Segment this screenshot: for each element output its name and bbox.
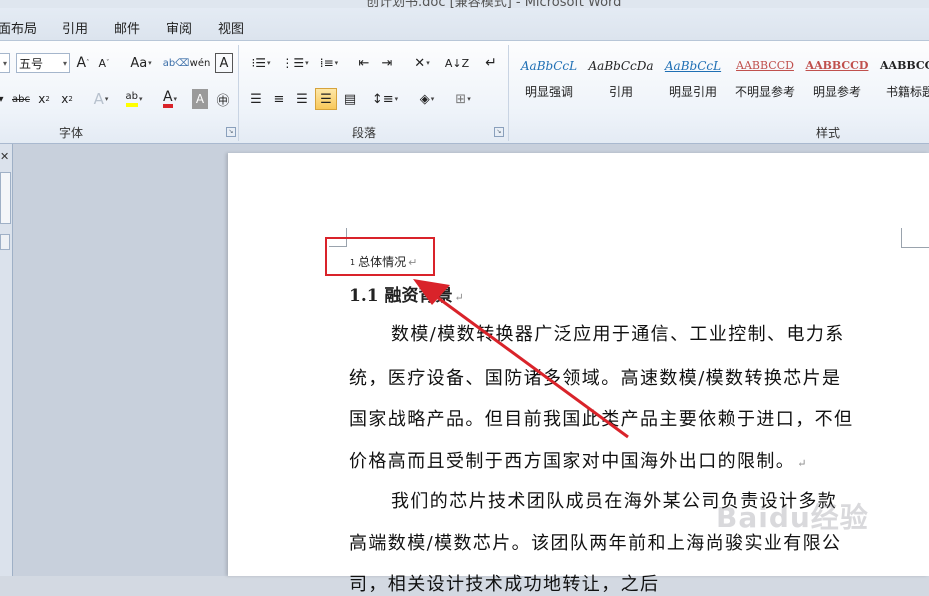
enclose-characters-icon[interactable]: ㊥ (214, 89, 232, 109)
font-name-combo[interactable]: ▾ (0, 53, 10, 73)
highlight-color-icon[interactable]: ab ▾ (118, 89, 150, 109)
body-text-line[interactable]: 国家战略产品。但目前我国此类产品主要依赖于进口，不但 (349, 405, 853, 431)
multilevel-list-icon[interactable]: ⁞≡ ▾ (314, 53, 344, 73)
shrink-font-icon[interactable]: Aˇ (95, 53, 113, 73)
font-group-label: 字体 (59, 126, 84, 140)
paragraph-mark-icon: ↵ (454, 291, 464, 304)
character-shading-icon[interactable]: A (192, 89, 208, 109)
shading-icon[interactable]: ◈ ▾ (412, 89, 442, 109)
change-case-icon[interactable]: Aa ▾ (126, 53, 156, 73)
navigation-pane: ✕ (0, 144, 13, 576)
navigation-search-box[interactable] (0, 172, 11, 224)
title-bar: 创计划书.doc [兼容模式] - Microsoft Word (0, 0, 929, 8)
body-text-line[interactable]: 数模/模数转换器广泛应用于通信、工业控制、电力系 (391, 320, 845, 346)
align-right-icon[interactable]: ☰ (292, 89, 312, 109)
chinese-layout-icon[interactable]: ✕ ▾ (408, 53, 436, 73)
style-intense-reference[interactable]: AABBCCD 明显参考 (802, 53, 872, 113)
phonetic-guide-icon[interactable]: wén (190, 53, 211, 73)
body-text: 价格高而且受制于西方国家对中国海外出口的限制。 (349, 451, 796, 472)
group-separator (508, 45, 509, 141)
distributed-icon[interactable]: ▤ (340, 89, 360, 109)
close-icon[interactable]: ✕ (0, 150, 9, 163)
borders-icon[interactable]: ⊞ ▾ (448, 89, 478, 109)
ribbon-tabs: 面布局 引用 邮件 审阅 视图 (0, 8, 929, 41)
style-sample: AaBbCcL (664, 59, 722, 73)
font-size-combo[interactable]: 五号 ▾ (16, 53, 70, 73)
text-effects-icon[interactable]: A ▾ (88, 89, 114, 109)
style-name: 引用 (608, 85, 633, 99)
watermark: Baidu经验 (716, 501, 869, 534)
annotation-highlight-box (325, 237, 435, 276)
align-left-icon[interactable]: ☰ (246, 89, 266, 109)
group-separator (238, 45, 239, 141)
body-text-line[interactable]: 价格高而且受制于西方国家对中国海外出口的限制。 ↵ (349, 447, 808, 473)
tab-view[interactable]: 视图 (218, 18, 244, 37)
character-border-icon[interactable]: A (215, 53, 233, 73)
font-size-value: 五号 (19, 57, 44, 71)
paragraph-dialog-launcher-icon[interactable]: ↘ (494, 127, 504, 137)
bullets-icon[interactable]: ⁝☰ ▾ (246, 53, 276, 73)
style-sample: AABBCC (880, 59, 929, 72)
styles-gallery: AaBbCcL 明显强调 AaBbCcDa 引用 AaBbCcL 明显引用 AA… (514, 47, 929, 119)
heading-2[interactable]: 1.1 融资背景 ↵ (349, 281, 464, 306)
style-sample: AaBbCcDa (588, 59, 654, 73)
underline-dropdown-icon[interactable]: ▾ (0, 89, 8, 109)
tab-page-layout[interactable]: 面布局 (0, 18, 37, 37)
style-intense-emphasis[interactable]: AaBbCcL 明显强调 (514, 53, 584, 113)
style-name: 明显引用 (668, 85, 717, 99)
styles-group-label: 样式 (816, 126, 841, 140)
tab-references[interactable]: 引用 (62, 18, 88, 37)
margin-corner-mark (901, 228, 902, 248)
sort-icon[interactable]: A↓Z (445, 53, 469, 73)
navigation-tab[interactable] (0, 234, 10, 250)
line-spacing-icon[interactable]: ↕≡ ▾ (370, 89, 400, 109)
subscript-icon[interactable]: x2 (35, 89, 53, 109)
grow-font-icon[interactable]: Aˆ (74, 53, 92, 73)
heading-2-text: 1.1 融资背景 (349, 286, 453, 306)
style-sample: AABBCCD (736, 59, 794, 72)
margin-corner-mark (901, 247, 929, 248)
font-dialog-launcher-icon[interactable]: ↘ (226, 127, 236, 137)
decrease-indent-icon[interactable]: ⇤ (354, 53, 374, 73)
font-color-icon[interactable]: A ▾ (155, 89, 185, 109)
strikethrough-icon[interactable]: abc (12, 89, 30, 109)
numbering-icon[interactable]: ⋮☰ ▾ (280, 53, 310, 73)
tab-review[interactable]: 审阅 (166, 18, 192, 37)
style-quote[interactable]: AaBbCcDa 引用 (586, 53, 656, 113)
style-sample: AABBCCD (805, 59, 869, 72)
paragraph-mark-icon: ↵ (797, 457, 808, 470)
body-text-line[interactable]: 司，相关设计技术成功地转让，之后 (349, 570, 659, 596)
style-name: 明显强调 (524, 85, 573, 99)
align-center-icon[interactable]: ≡ (269, 89, 289, 109)
show-marks-icon[interactable]: ↵ (482, 53, 500, 73)
ribbon: ▾ 五号 ▾ Aˆ Aˇ Aa ▾ ab⌫ wén A ▾ abc x2 x2 A ▾… (0, 41, 929, 144)
body-text-line[interactable]: 统，医疗设备、国防诸多领域。高速数模/模数转换芯片是 (349, 364, 841, 390)
paragraph-group-label: 段落 (352, 126, 377, 140)
style-book-title[interactable]: AABBCC 书籍标题 (874, 53, 929, 113)
style-name: 不明显参考 (734, 85, 795, 99)
increase-indent-icon[interactable]: ⇥ (377, 53, 397, 73)
justify-icon[interactable]: ☰ (315, 88, 337, 110)
style-subtle-reference[interactable]: AABBCCD 不明显参考 (730, 53, 800, 113)
superscript-icon[interactable]: x2 (58, 89, 76, 109)
window-title: 创计划书.doc [兼容模式] - Microsoft Word (366, 0, 622, 8)
style-name: 明显参考 (812, 85, 861, 99)
style-sample: AaBbCcL (520, 59, 578, 73)
clear-format-icon[interactable]: ab⌫ (163, 53, 190, 73)
style-name: 书籍标题 (886, 85, 929, 99)
tab-mailings[interactable]: 邮件 (114, 18, 140, 37)
style-intense-quote[interactable]: AaBbCcL 明显引用 (658, 53, 728, 113)
